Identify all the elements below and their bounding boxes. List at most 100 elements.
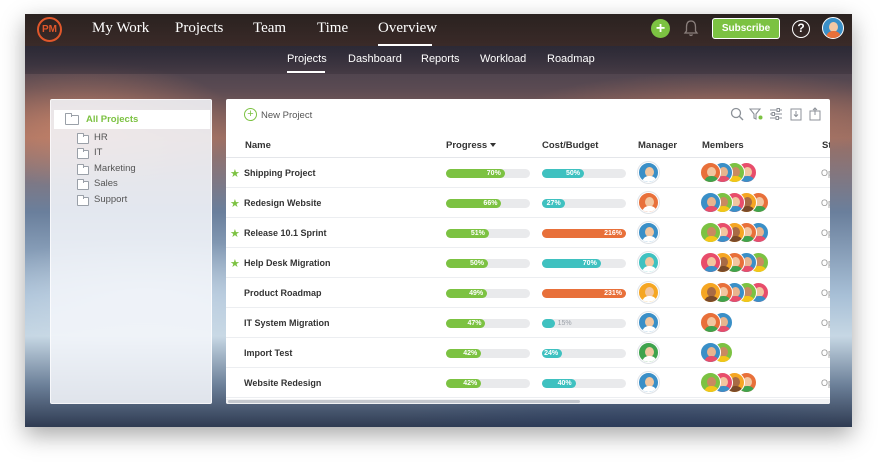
table-row[interactable]: Product Roadmap 49% 231% Op bbox=[226, 278, 830, 308]
member-avatar[interactable] bbox=[700, 222, 721, 243]
subnav-reports[interactable]: Reports bbox=[421, 53, 460, 65]
progress-bar-fill: 66% bbox=[446, 199, 502, 208]
progress-bar: 42% bbox=[446, 379, 530, 388]
project-name[interactable]: Redesign Website bbox=[244, 198, 321, 208]
cost-budget-bar-fill: 231% bbox=[542, 289, 626, 298]
project-name[interactable]: Website Redesign bbox=[244, 378, 321, 388]
project-name[interactable]: Release 10.1 Sprint bbox=[244, 228, 327, 238]
project-name[interactable]: Product Roadmap bbox=[244, 288, 322, 298]
table-row[interactable]: Import Test 42% 24% Op bbox=[226, 338, 830, 368]
manager-avatar[interactable] bbox=[638, 372, 659, 393]
filter-icon[interactable] bbox=[749, 107, 763, 121]
cost-budget-percent: 70% bbox=[582, 260, 597, 267]
sub-nav-bar: Projects Dashboard Reports Workload Road… bbox=[25, 46, 852, 74]
status-value: Op bbox=[821, 168, 830, 178]
column-header-cost-budget[interactable]: Cost/Budget bbox=[542, 140, 598, 151]
member-avatar[interactable] bbox=[700, 192, 721, 213]
cost-budget-bar-fill bbox=[542, 319, 555, 328]
search-icon[interactable] bbox=[730, 107, 744, 121]
project-name[interactable]: Import Test bbox=[244, 348, 292, 358]
column-header-name[interactable]: Name bbox=[245, 140, 271, 151]
table-row[interactable]: ★ Help Desk Migration 50% 70% Op bbox=[226, 248, 830, 278]
add-icon[interactable]: + bbox=[651, 19, 670, 38]
column-header-status[interactable]: St bbox=[822, 140, 830, 151]
import-icon[interactable] bbox=[789, 107, 803, 121]
project-name[interactable]: Help Desk Migration bbox=[244, 258, 331, 268]
help-icon[interactable]: ? bbox=[792, 20, 810, 38]
manager-avatar[interactable] bbox=[638, 282, 659, 303]
progress-percent: 47% bbox=[467, 320, 482, 327]
member-avatar[interactable] bbox=[700, 342, 721, 363]
status-value: Op bbox=[821, 288, 830, 298]
progress-bar: 49% bbox=[446, 289, 530, 298]
star-icon[interactable]: ★ bbox=[230, 167, 240, 180]
subnav-active-indicator bbox=[287, 71, 325, 73]
plus-circle-icon: + bbox=[244, 108, 257, 121]
folder-icon bbox=[65, 113, 79, 125]
table-row[interactable]: IT System Migration 47% 15% Op bbox=[226, 308, 830, 338]
cost-budget-bar: 27% bbox=[542, 199, 626, 208]
column-header-manager[interactable]: Manager bbox=[638, 140, 677, 151]
cost-budget-bar-fill: 70% bbox=[542, 259, 601, 268]
bell-icon[interactable] bbox=[683, 19, 699, 38]
manager-avatar[interactable] bbox=[638, 162, 659, 183]
member-avatar[interactable] bbox=[700, 252, 721, 273]
settings-sliders-icon[interactable] bbox=[769, 107, 783, 121]
cost-budget-percent: 24% bbox=[544, 350, 559, 357]
horizontal-scrollbar[interactable] bbox=[226, 399, 830, 404]
table-row[interactable]: ★ Shipping Project 70% 50% Op bbox=[226, 158, 830, 188]
cost-budget-bar-fill: 50% bbox=[542, 169, 584, 178]
progress-percent: 42% bbox=[463, 350, 478, 357]
nav-team[interactable]: Team bbox=[253, 20, 286, 37]
tree-item-all-projects[interactable]: All Projects bbox=[54, 110, 210, 129]
subscribe-button[interactable]: Subscribe bbox=[712, 18, 780, 39]
scrollbar-thumb[interactable] bbox=[228, 400, 580, 403]
column-header-progress[interactable]: Progress bbox=[446, 140, 497, 151]
table-row[interactable]: ★ Release 10.1 Sprint 51% 216% Op bbox=[226, 218, 830, 248]
nav-time[interactable]: Time bbox=[317, 20, 348, 37]
column-header-progress-label: Progress bbox=[446, 140, 488, 151]
progress-percent: 66% bbox=[483, 200, 498, 207]
status-value: Op bbox=[821, 378, 830, 388]
member-avatar[interactable] bbox=[700, 372, 721, 393]
progress-bar-fill: 49% bbox=[446, 289, 488, 298]
nav-overview[interactable]: Overview bbox=[378, 20, 437, 37]
export-icon[interactable] bbox=[808, 107, 822, 121]
manager-avatar[interactable] bbox=[638, 312, 659, 333]
progress-bar-fill: 47% bbox=[446, 319, 486, 328]
status-value: Op bbox=[821, 258, 830, 268]
subnav-dashboard[interactable]: Dashboard bbox=[348, 53, 402, 65]
column-header-members[interactable]: Members bbox=[702, 140, 744, 151]
cost-budget-bar: 15% bbox=[542, 319, 626, 328]
manager-avatar[interactable] bbox=[638, 252, 659, 273]
subnav-workload[interactable]: Workload bbox=[480, 53, 526, 65]
table-row[interactable]: Website Redesign 42% 40% Op bbox=[226, 368, 830, 398]
manager-avatar[interactable] bbox=[638, 222, 659, 243]
nav-projects[interactable]: Projects bbox=[175, 20, 223, 37]
subnav-roadmap[interactable]: Roadmap bbox=[547, 53, 595, 65]
manager-avatar[interactable] bbox=[638, 192, 659, 213]
folder-icon bbox=[77, 133, 89, 144]
pm-logo[interactable]: PM bbox=[37, 17, 62, 42]
progress-percent: 42% bbox=[463, 380, 478, 387]
project-name[interactable]: Shipping Project bbox=[244, 168, 316, 178]
member-avatar[interactable] bbox=[700, 162, 721, 183]
star-icon[interactable]: ★ bbox=[230, 227, 240, 240]
project-name[interactable]: IT System Migration bbox=[244, 318, 330, 328]
table-row[interactable]: ★ Redesign Website 66% 27% Op bbox=[226, 188, 830, 218]
member-avatar[interactable] bbox=[700, 312, 721, 333]
subnav-projects[interactable]: Projects bbox=[287, 53, 327, 65]
status-value: Op bbox=[821, 348, 830, 358]
member-avatar[interactable] bbox=[700, 282, 721, 303]
star-icon[interactable]: ★ bbox=[230, 257, 240, 270]
cost-budget-percent: 40% bbox=[557, 380, 572, 387]
nav-my-work[interactable]: My Work bbox=[92, 20, 149, 37]
progress-bar: 42% bbox=[446, 349, 530, 358]
folder-icon bbox=[77, 195, 89, 206]
star-icon[interactable]: ★ bbox=[230, 197, 240, 210]
cost-budget-bar: 50% bbox=[542, 169, 626, 178]
user-avatar[interactable] bbox=[822, 17, 844, 39]
manager-avatar[interactable] bbox=[638, 342, 659, 363]
status-value: Op bbox=[821, 318, 830, 328]
cost-budget-percent: 15% bbox=[557, 320, 572, 327]
